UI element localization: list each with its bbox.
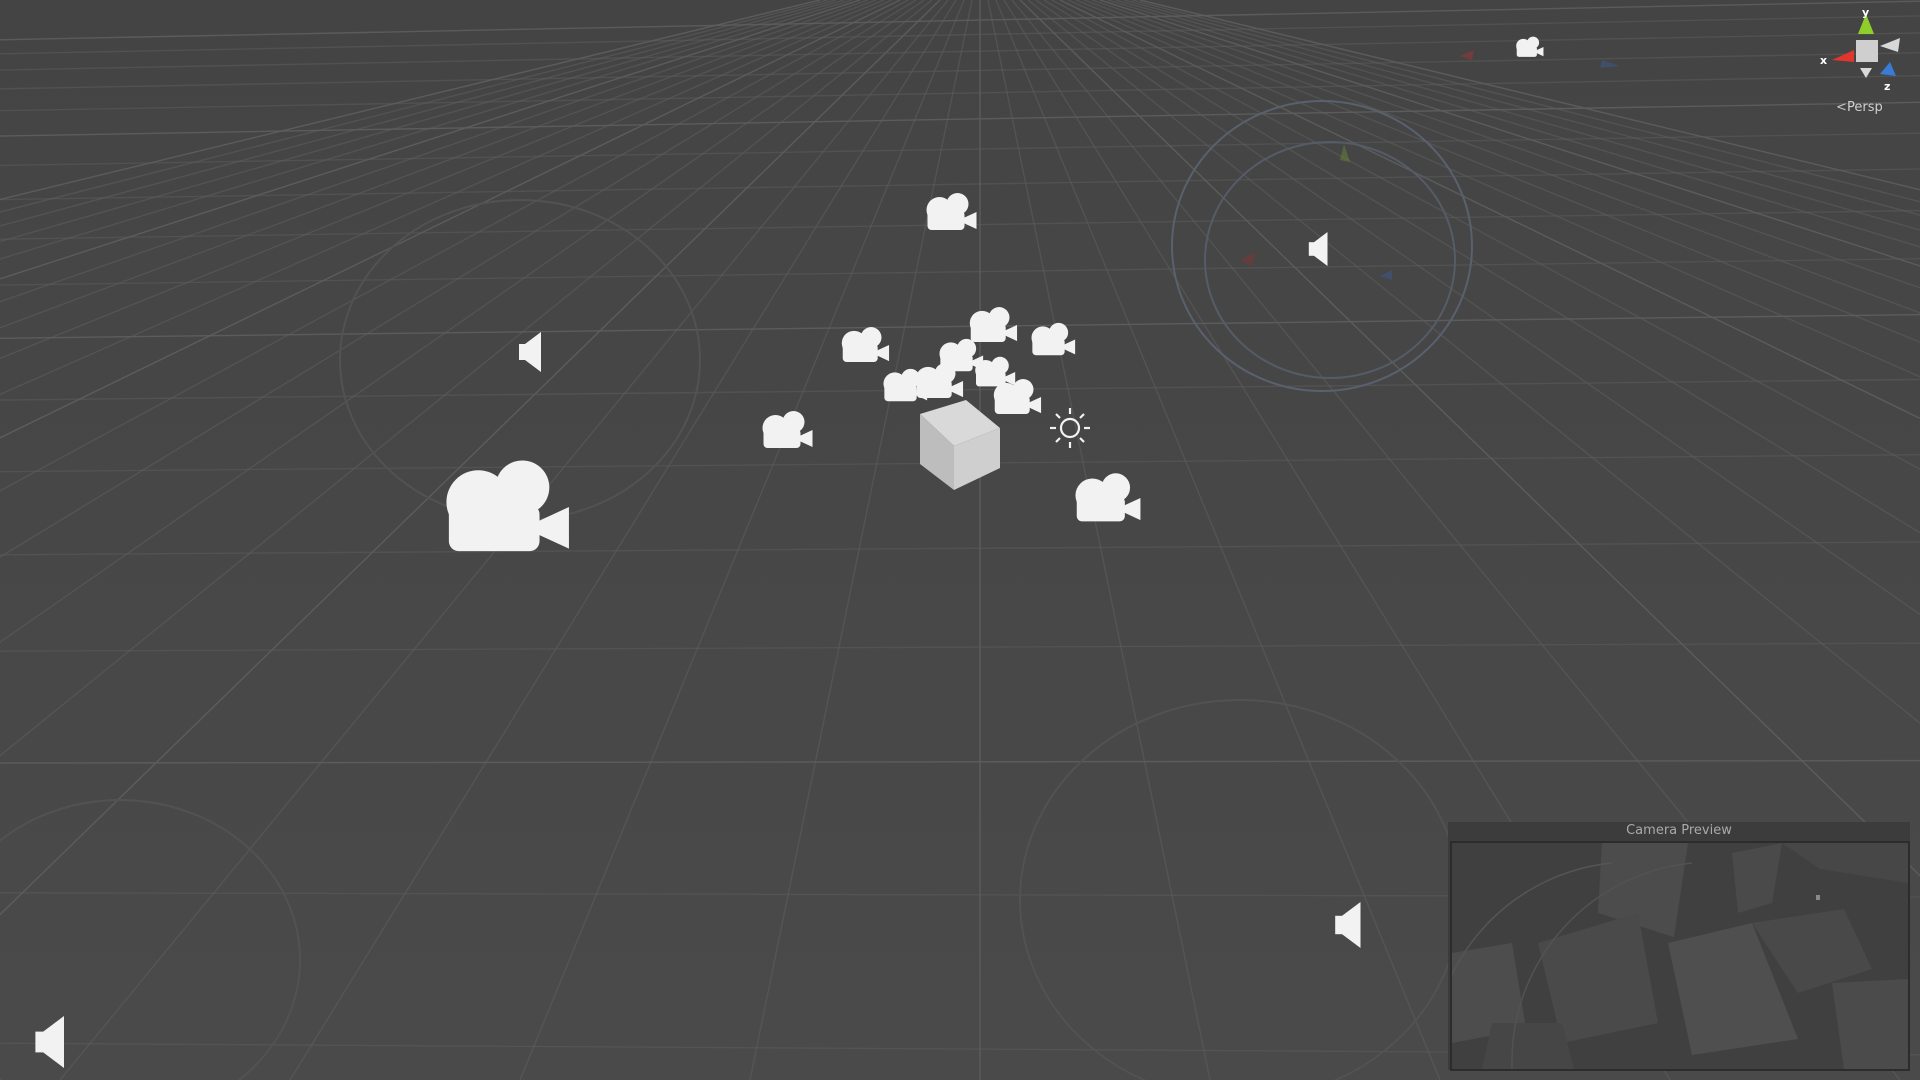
speaker-icon[interactable]	[1308, 232, 1328, 266]
gizmo-z-label: z	[1884, 80, 1890, 93]
scene-view[interactable]: y x z <Persp Camera Preview	[0, 0, 1920, 1080]
gizmo-x-label: x	[1820, 54, 1827, 67]
directional-light-icon[interactable]	[1050, 408, 1090, 448]
video-camera-icon[interactable]	[446, 460, 569, 552]
video-camera-icon[interactable]	[993, 379, 1042, 415]
video-camera-icon[interactable]	[1075, 473, 1141, 522]
video-camera-icon[interactable]	[841, 327, 890, 363]
light-range-gizmo	[0, 100, 1473, 1080]
video-camera-icon[interactable]	[1031, 322, 1076, 356]
camera-preview-title: Camera Preview	[1626, 823, 1732, 838]
projection-toggle[interactable]: <Persp	[1836, 100, 1916, 115]
speaker-icon[interactable]	[1335, 902, 1361, 948]
video-camera-icon[interactable]	[975, 356, 1016, 387]
camera-preview-panel: Camera Preview	[1448, 822, 1910, 1071]
chevron-left-icon: <	[1836, 100, 1847, 115]
speaker-icon[interactable]	[519, 332, 541, 372]
video-camera-icon[interactable]	[762, 411, 813, 448]
video-camera-icon[interactable]	[926, 193, 977, 230]
speaker-icon[interactable]	[35, 1016, 64, 1068]
projection-label: Persp	[1847, 100, 1883, 115]
gizmo-y-label: y	[1862, 6, 1869, 19]
camera-preview-viewport	[1450, 841, 1910, 1071]
cube-mesh[interactable]	[920, 400, 1000, 490]
video-camera-icon[interactable]	[969, 307, 1018, 343]
scene-orientation-gizmo[interactable]: y x z	[1820, 6, 1900, 93]
